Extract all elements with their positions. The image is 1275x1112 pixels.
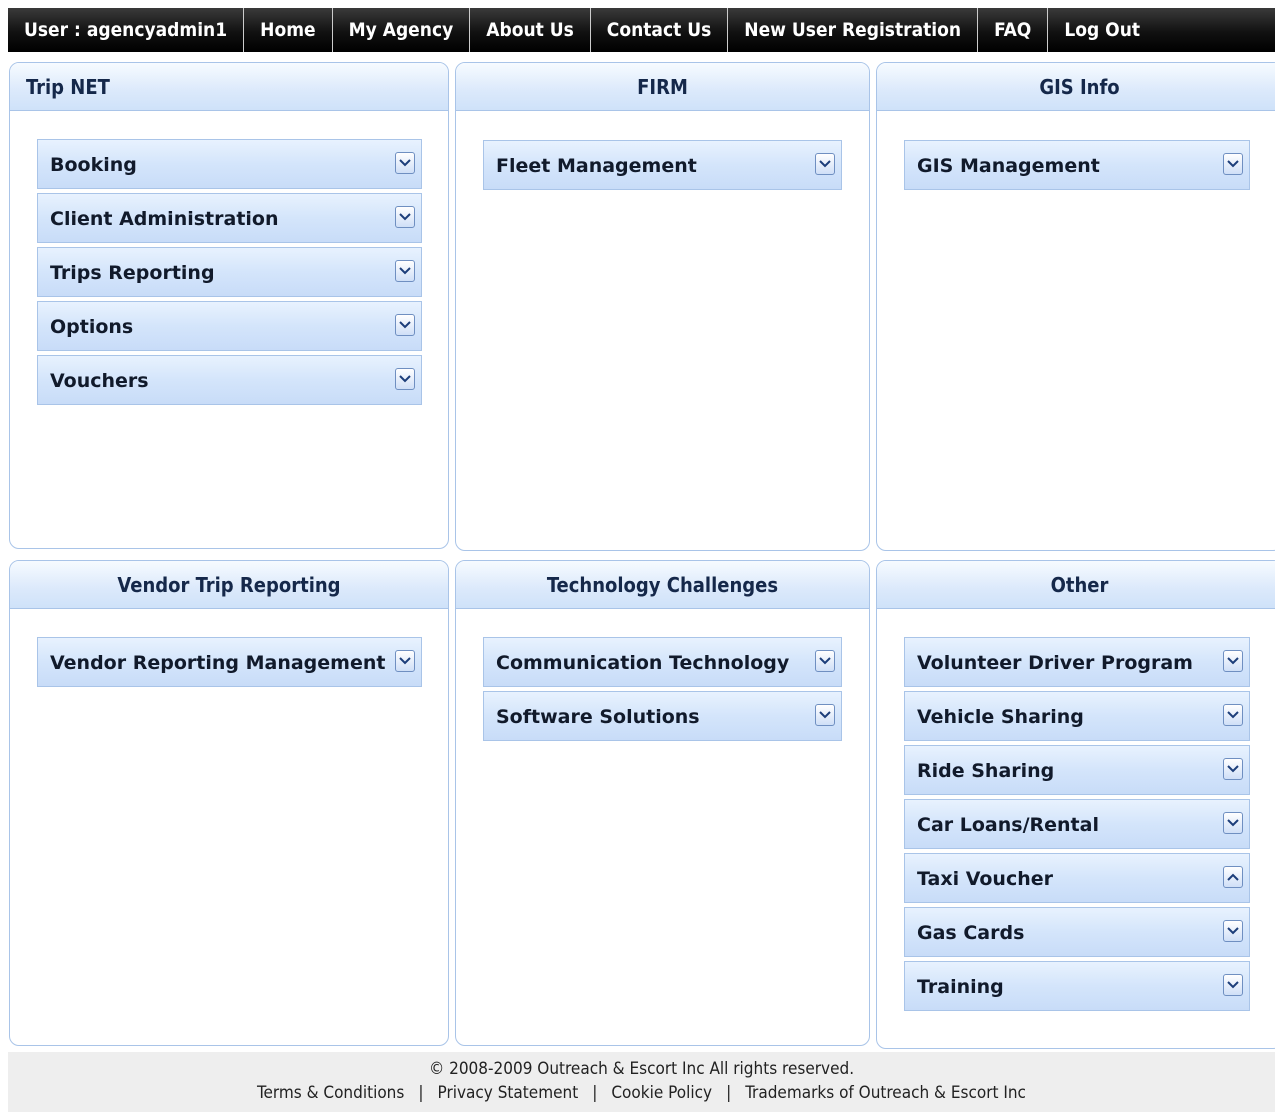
menu-item-label: Training — [917, 976, 1004, 998]
footer-links: Terms & Conditions | Privacy Statement | Coo… — [8, 1083, 1275, 1103]
chevron-down-icon[interactable] — [395, 314, 415, 336]
chevron-down-icon[interactable] — [815, 650, 835, 672]
nav-my-agency[interactable]: My Agency — [333, 8, 471, 52]
menu-item-training[interactable]: Training — [904, 961, 1250, 1011]
nav-faq[interactable]: FAQ — [978, 8, 1049, 52]
nav-about-us[interactable]: About Us — [470, 8, 591, 52]
chevron-down-icon[interactable] — [1223, 650, 1243, 672]
user-label: User : agencyadmin1 — [8, 8, 245, 52]
separator: | — [418, 1083, 424, 1103]
menu-item-fleet-management[interactable]: Fleet Management — [483, 140, 842, 190]
menu-list: GIS Management — [904, 140, 1250, 194]
chevron-down-icon[interactable] — [1223, 758, 1243, 780]
panel-technology-challenges: Technology Challenges Communication Tech… — [455, 560, 870, 1046]
menu-item-label: Ride Sharing — [917, 760, 1055, 782]
menu-item-communication-technology[interactable]: Communication Technology — [483, 637, 842, 687]
chevron-down-icon[interactable] — [395, 650, 415, 672]
panel-trip-net: Trip NET Booking Client Administration Tri… — [9, 62, 449, 549]
menu-item-client-administration[interactable]: Client Administration — [37, 193, 422, 243]
terms-link[interactable]: Terms & Conditions — [257, 1083, 404, 1103]
menu-item-label: Vendor Reporting Management — [50, 652, 386, 674]
cookie-policy-link[interactable]: Cookie Policy — [611, 1083, 712, 1103]
chevron-down-icon[interactable] — [1223, 920, 1243, 942]
nav-new-user-registration[interactable]: New User Registration — [728, 8, 979, 52]
menu-item-label: Options — [50, 316, 134, 338]
chevron-down-icon[interactable] — [815, 704, 835, 726]
menu-item-label: Volunteer Driver Program — [917, 652, 1193, 674]
menu-item-label: Car Loans/Rental — [917, 814, 1099, 836]
menu-item-gis-management[interactable]: GIS Management — [904, 140, 1250, 190]
panel-vendor-trip-reporting: Vendor Trip Reporting Vendor Reporting M… — [9, 560, 449, 1046]
menu-item-vehicle-sharing[interactable]: Vehicle Sharing — [904, 691, 1250, 741]
menu-item-options[interactable]: Options — [37, 301, 422, 351]
menu-item-label: Taxi Voucher — [917, 868, 1054, 890]
privacy-link[interactable]: Privacy Statement — [438, 1083, 579, 1103]
separator: | — [726, 1083, 732, 1103]
panel-gis-info: GIS Info GIS Management — [876, 62, 1275, 551]
chevron-down-icon[interactable] — [395, 152, 415, 174]
menu-item-label: Vehicle Sharing — [917, 706, 1084, 728]
panel-title: Other — [877, 561, 1275, 609]
panel-firm: FIRM Fleet Management — [455, 62, 870, 551]
menu-item-label: Software Solutions — [496, 706, 700, 728]
menu-item-booking[interactable]: Booking — [37, 139, 422, 189]
menu-item-vouchers[interactable]: Vouchers — [37, 355, 422, 405]
panel-title: Trip NET — [10, 63, 448, 111]
chevron-down-icon[interactable] — [1223, 812, 1243, 834]
menu-item-label: GIS Management — [917, 155, 1100, 177]
separator: | — [592, 1083, 598, 1103]
menu-list: Volunteer Driver Program Vehicle Sharing R… — [904, 637, 1250, 1015]
chevron-down-icon[interactable] — [395, 206, 415, 228]
menu-list: Communication Technology Software Solutio… — [483, 637, 842, 745]
menu-list: Booking Client Administration Trips Report… — [37, 139, 422, 409]
menu-item-label: Communication Technology — [496, 652, 790, 674]
menu-item-gas-cards[interactable]: Gas Cards — [904, 907, 1250, 957]
menu-item-label: Trips Reporting — [50, 262, 215, 284]
chevron-down-icon[interactable] — [395, 368, 415, 390]
menu-item-label: Booking — [50, 154, 137, 176]
chevron-down-icon[interactable] — [1223, 704, 1243, 726]
menu-item-trips-reporting[interactable]: Trips Reporting — [37, 247, 422, 297]
top-nav-bar: User : agencyadmin1 Home My Agency About… — [8, 8, 1275, 52]
chevron-down-icon[interactable] — [815, 153, 835, 175]
copyright-text: © 2008-2009 Outreach & Escort Inc All ri… — [428, 1059, 855, 1079]
menu-item-label: Client Administration — [50, 208, 279, 230]
menu-item-label: Gas Cards — [917, 922, 1025, 944]
menu-item-label: Fleet Management — [496, 155, 697, 177]
chevron-down-icon[interactable] — [395, 260, 415, 282]
panel-other: Other Volunteer Driver Program Vehicle Sh… — [876, 560, 1275, 1049]
menu-item-label: Vouchers — [50, 370, 149, 392]
panel-title: GIS Info — [877, 63, 1275, 111]
nav-contact-us[interactable]: Contact Us — [591, 8, 729, 52]
menu-list: Fleet Management — [483, 140, 842, 194]
menu-item-volunteer-driver-program[interactable]: Volunteer Driver Program — [904, 637, 1250, 687]
nav-home[interactable]: Home — [244, 8, 333, 52]
menu-item-software-solutions[interactable]: Software Solutions — [483, 691, 842, 741]
panel-title: Vendor Trip Reporting — [10, 561, 448, 609]
menu-item-ride-sharing[interactable]: Ride Sharing — [904, 745, 1250, 795]
panel-title: FIRM — [456, 63, 869, 111]
footer: © 2008-2009 Outreach & Escort Inc All ri… — [8, 1052, 1275, 1112]
menu-item-vendor-reporting-management[interactable]: Vendor Reporting Management — [37, 637, 422, 687]
menu-item-car-loans-rental[interactable]: Car Loans/Rental — [904, 799, 1250, 849]
panel-title: Technology Challenges — [456, 561, 869, 609]
chevron-down-icon[interactable] — [1223, 974, 1243, 996]
trademarks-link[interactable]: Trademarks of Outreach & Escort Inc — [745, 1083, 1026, 1103]
chevron-up-icon[interactable] — [1223, 866, 1243, 888]
menu-item-taxi-voucher[interactable]: Taxi Voucher — [904, 853, 1250, 903]
nav-log-out[interactable]: Log Out — [1048, 8, 1156, 52]
chevron-down-icon[interactable] — [1223, 153, 1243, 175]
menu-list: Vendor Reporting Management — [37, 637, 422, 691]
